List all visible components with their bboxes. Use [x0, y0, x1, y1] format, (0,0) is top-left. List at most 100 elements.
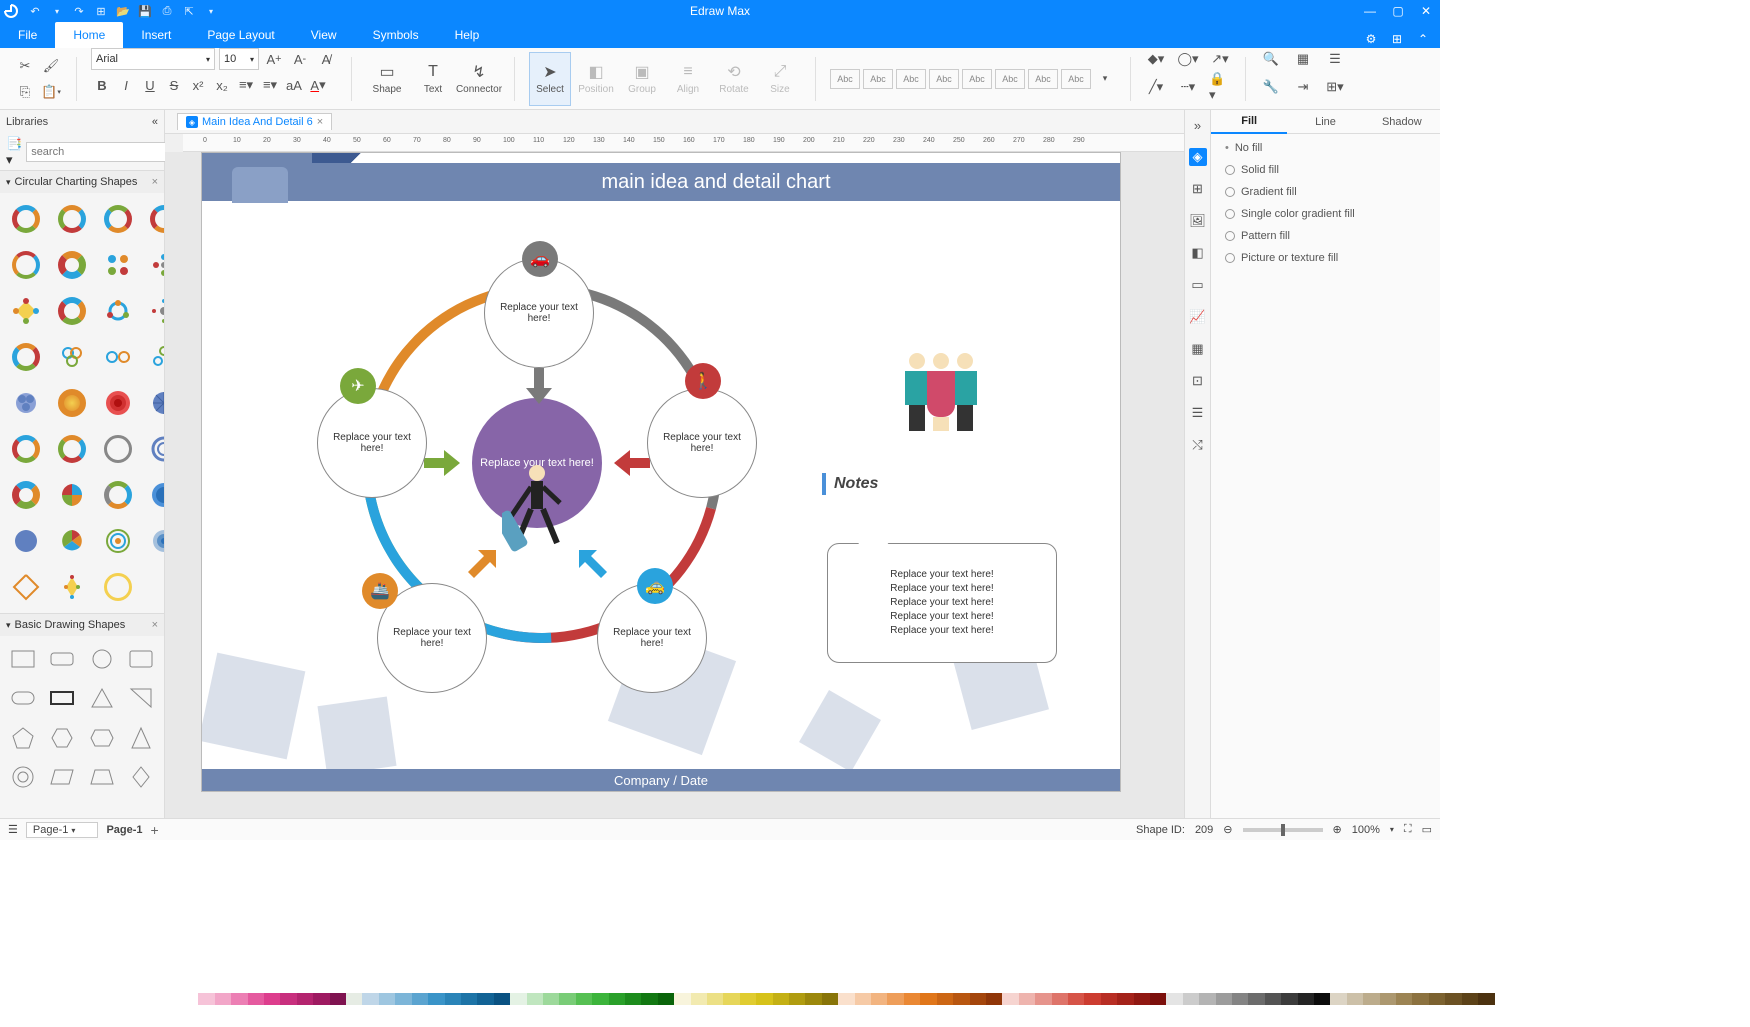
cut-icon[interactable]: ✂: [14, 55, 36, 77]
color-swatch[interactable]: [1019, 993, 1035, 1005]
shape-thumb[interactable]: [50, 289, 94, 333]
copy-icon[interactable]: ⎘: [14, 81, 36, 103]
notes-bubble[interactable]: Replace your text here! Replace your tex…: [827, 543, 1057, 663]
color-swatch[interactable]: [609, 993, 625, 1005]
shape-thumb[interactable]: [50, 565, 94, 609]
shape-thumb[interactable]: [142, 197, 164, 241]
styles-more-icon[interactable]: ▾: [1094, 68, 1116, 90]
color-swatch[interactable]: [1134, 993, 1150, 1005]
color-swatch[interactable]: [1396, 993, 1412, 1005]
shape-thumb[interactable]: [123, 680, 161, 718]
library-section-circular[interactable]: ▾Circular Charting Shapes×: [0, 171, 164, 193]
format-painter-icon[interactable]: 🖌: [40, 55, 62, 77]
color-swatch[interactable]: [1330, 993, 1346, 1005]
style-swatch[interactable]: Abc: [863, 69, 893, 89]
strike-button[interactable]: S: [163, 74, 185, 96]
shape-thumb[interactable]: [4, 289, 48, 333]
color-swatch[interactable]: [1232, 993, 1248, 1005]
shape-thumb[interactable]: [142, 381, 164, 425]
color-swatch[interactable]: [412, 993, 428, 1005]
page-selector[interactable]: Page-1 ▾: [26, 822, 99, 838]
shape-thumb[interactable]: [4, 759, 42, 793]
shape-thumb[interactable]: [44, 759, 82, 793]
shape-thumb[interactable]: [50, 427, 94, 471]
table-tool-icon[interactable]: ▦: [1189, 340, 1207, 358]
color-swatch[interactable]: [1101, 993, 1117, 1005]
color-swatch[interactable]: [215, 993, 231, 1005]
color-swatch[interactable]: [723, 993, 739, 1005]
add-page-icon[interactable]: +: [151, 822, 159, 838]
shape-thumb[interactable]: [4, 427, 48, 471]
shape-thumb[interactable]: [96, 243, 140, 287]
color-swatch[interactable]: [871, 993, 887, 1005]
color-swatch[interactable]: [756, 993, 772, 1005]
library-menu-icon[interactable]: 📑▾: [6, 136, 22, 168]
color-swatch[interactable]: [838, 993, 854, 1005]
color-swatch[interactable]: [445, 993, 461, 1005]
props-tab-line[interactable]: Line: [1287, 110, 1363, 134]
shape-thumb[interactable]: [123, 719, 161, 757]
shape-thumb[interactable]: [142, 473, 164, 517]
increase-font-icon[interactable]: A+: [263, 48, 285, 70]
color-swatch[interactable]: [592, 993, 608, 1005]
style-swatch[interactable]: Abc: [1061, 69, 1091, 89]
page-footer[interactable]: Company / Date: [202, 769, 1120, 791]
shape-effects-icon[interactable]: ◯▾: [1177, 48, 1199, 70]
paste-icon[interactable]: 📋▾: [40, 81, 62, 103]
shape-thumb[interactable]: [44, 680, 82, 718]
color-swatch[interactable]: [1216, 993, 1232, 1005]
align-button[interactable]: ≡Align: [667, 52, 709, 106]
shape-thumb[interactable]: [83, 680, 121, 718]
shape-thumb[interactable]: [123, 640, 161, 678]
color-swatch[interactable]: [248, 993, 264, 1005]
color-swatch[interactable]: [1462, 993, 1478, 1005]
text-button[interactable]: TText: [412, 52, 454, 106]
arrow-style-icon[interactable]: ↗▾: [1209, 48, 1231, 70]
style-swatch[interactable]: Abc: [830, 69, 860, 89]
color-swatch[interactable]: [362, 993, 378, 1005]
shape-thumb[interactable]: [44, 719, 82, 757]
shape-thumb[interactable]: [96, 197, 140, 241]
bullets-button[interactable]: ≡▾: [235, 74, 257, 96]
new-icon[interactable]: ⊞: [92, 2, 110, 20]
color-swatch[interactable]: [1117, 993, 1133, 1005]
color-swatch[interactable]: [182, 993, 198, 1005]
color-swatch[interactable]: [855, 993, 871, 1005]
color-swatch[interactable]: [805, 993, 821, 1005]
style-swatch[interactable]: Abc: [995, 69, 1025, 89]
shape-thumb[interactable]: [142, 427, 164, 471]
color-swatch[interactable]: [674, 993, 690, 1005]
fullscreen-icon[interactable]: ▭: [1422, 823, 1432, 836]
menu-view[interactable]: View: [293, 22, 355, 48]
distribute-icon[interactable]: ⊞▾: [1324, 76, 1346, 98]
align-tool-icon[interactable]: ☰: [1189, 404, 1207, 422]
shape-thumb[interactable]: [4, 519, 48, 563]
color-swatch[interactable]: [428, 993, 444, 1005]
color-swatch[interactable]: [625, 993, 641, 1005]
page[interactable]: main idea and detail chart Replace your …: [201, 152, 1121, 792]
color-swatch[interactable]: [1478, 993, 1494, 1005]
spacing-icon[interactable]: ⇥: [1292, 76, 1314, 98]
fill-dropdown-icon[interactable]: ◆▾: [1145, 48, 1167, 70]
fill-option-picture[interactable]: Picture or texture fill: [1225, 252, 1426, 264]
menu-help[interactable]: Help: [437, 22, 498, 48]
shape-thumb[interactable]: [142, 519, 164, 563]
lock-icon[interactable]: 🔒▾: [1209, 76, 1231, 98]
color-swatch[interactable]: [231, 993, 247, 1005]
shape-thumb[interactable]: [50, 473, 94, 517]
save-icon[interactable]: 💾: [136, 2, 154, 20]
shape-thumb[interactable]: [50, 197, 94, 241]
color-swatch[interactable]: [559, 993, 575, 1005]
chart-tool-icon[interactable]: 📈: [1189, 308, 1207, 326]
undo-icon[interactable]: ↶: [26, 2, 44, 20]
node-left[interactable]: Replace your text here!: [317, 388, 427, 498]
shape-thumb[interactable]: [96, 381, 140, 425]
color-swatch[interactable]: [1002, 993, 1018, 1005]
shape-thumb[interactable]: [83, 759, 121, 793]
italic-button[interactable]: I: [115, 74, 137, 96]
color-swatch[interactable]: [773, 993, 789, 1005]
color-swatch[interactable]: [477, 993, 493, 1005]
color-swatch[interactable]: [920, 993, 936, 1005]
qat-dropdown-icon[interactable]: ▾: [202, 2, 220, 20]
style-swatch[interactable]: Abc: [929, 69, 959, 89]
